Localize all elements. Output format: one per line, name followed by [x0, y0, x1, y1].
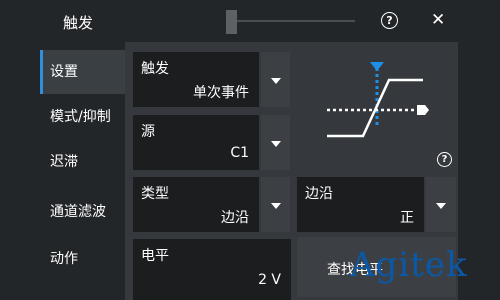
agitek-watermark-logo: Agitek: [350, 245, 468, 285]
level-value: 2 V: [258, 272, 281, 288]
dialog-titlebar: 触发 ? ✕: [0, 0, 500, 42]
close-icon[interactable]: ✕: [431, 10, 445, 30]
event-field[interactable]: 触发 单次事件: [133, 52, 259, 107]
chevron-down-icon: [270, 140, 281, 147]
chevron-down-icon: [270, 77, 281, 84]
chevron-down-icon: [270, 202, 281, 209]
sidebar-item-hysteresis[interactable]: 迟滞: [40, 140, 125, 184]
dialog-title: 触发: [63, 14, 94, 32]
sidebar-item-channel-filter[interactable]: 通道滤波: [40, 190, 125, 234]
edge-field[interactable]: 边沿 正: [297, 177, 424, 232]
trigger-edge-preview: [327, 62, 429, 138]
help-icon[interactable]: ?: [381, 12, 398, 29]
source-label: 源: [141, 124, 155, 140]
level-label: 电平: [141, 248, 169, 264]
edge-dropdown-button[interactable]: [426, 177, 456, 232]
source-value: C1: [230, 145, 249, 161]
preview-help-icon[interactable]: ?: [437, 152, 452, 167]
sidebar-item-mode-holdoff[interactable]: 模式/抑制: [40, 95, 125, 139]
slider-handle[interactable]: [226, 10, 237, 34]
trigger-waveform-icon: [327, 62, 429, 138]
sidebar-item-settings[interactable]: 设置: [40, 50, 125, 94]
edge-label: 边沿: [305, 186, 333, 202]
event-value: 单次事件: [193, 85, 249, 101]
source-field[interactable]: 源 C1: [133, 115, 259, 170]
edge-value: 正: [400, 210, 414, 226]
chevron-down-icon: [436, 202, 446, 209]
type-value: 边沿: [221, 210, 249, 226]
type-label: 类型: [141, 186, 169, 202]
level-field[interactable]: 电平 2 V: [133, 239, 291, 300]
event-dropdown-button[interactable]: [261, 52, 290, 107]
slider-track[interactable]: [237, 20, 355, 22]
type-dropdown-button[interactable]: [261, 177, 290, 232]
source-dropdown-button[interactable]: [261, 115, 290, 170]
sidebar: 设置 模式/抑制 迟滞 通道滤波 动作: [40, 42, 125, 300]
type-field[interactable]: 类型 边沿: [133, 177, 259, 232]
sidebar-item-action[interactable]: 动作: [40, 237, 125, 281]
event-label: 触发: [141, 61, 169, 77]
